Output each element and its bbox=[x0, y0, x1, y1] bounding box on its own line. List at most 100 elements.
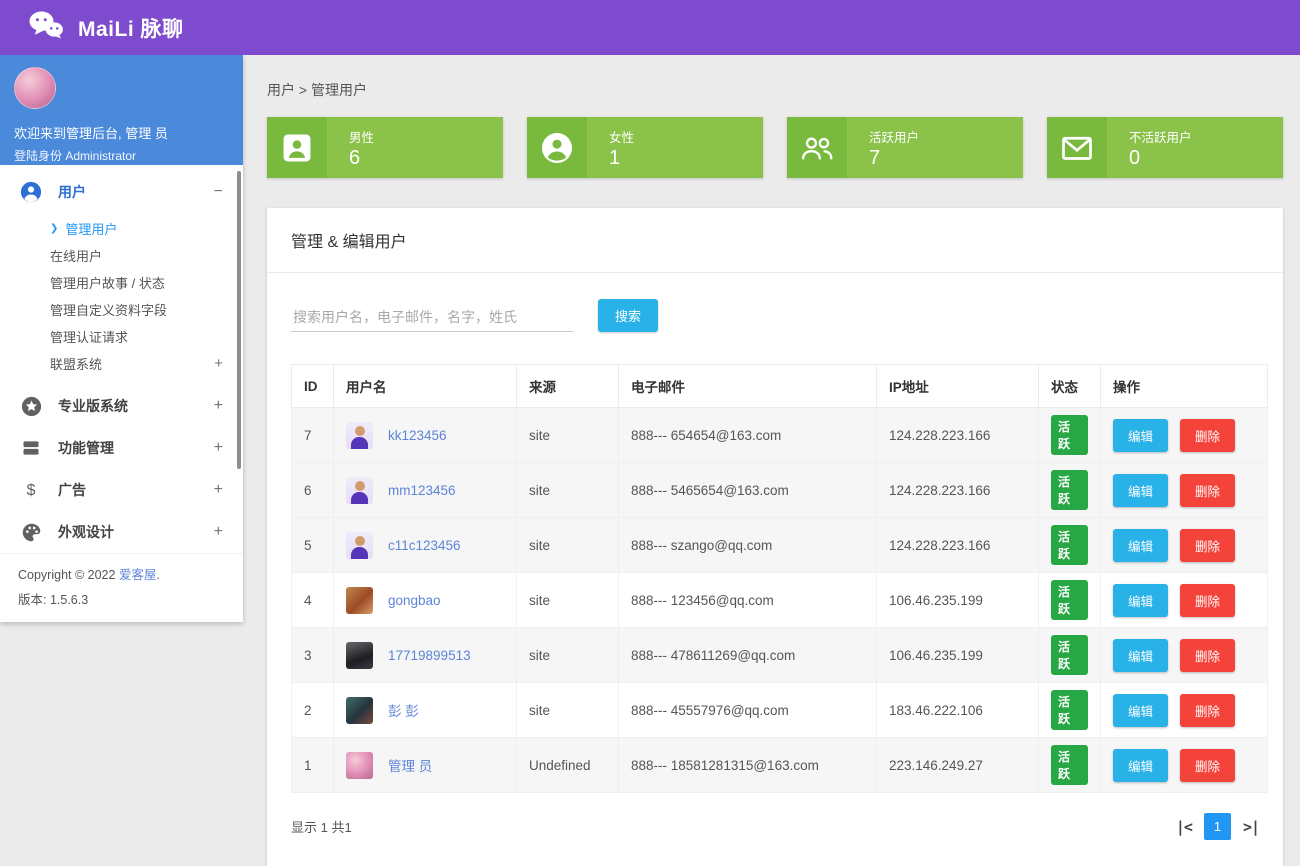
source-cell: site bbox=[516, 407, 619, 463]
stat-card-male[interactable]: 男性 6 bbox=[267, 117, 503, 178]
edit-button[interactable]: 编辑 bbox=[1113, 528, 1169, 562]
status-badge: 活跃 bbox=[1051, 470, 1088, 510]
svg-text:$: $ bbox=[27, 482, 36, 499]
stat-card-active-users[interactable]: 活跃用户 7 bbox=[787, 117, 1023, 178]
delete-button[interactable]: 删除 bbox=[1180, 528, 1236, 562]
submenu-label: 管理认证请求 bbox=[50, 330, 129, 345]
edit-button[interactable]: 编辑 bbox=[1113, 638, 1169, 672]
source-cell: site bbox=[516, 682, 619, 738]
expand-icon[interactable]: + bbox=[214, 439, 223, 457]
username-link[interactable]: 彭 彭 bbox=[388, 700, 419, 720]
id-cell: 5 bbox=[291, 517, 334, 573]
stat-cards: 男性 6 女性 1 活跃用户 7 不活跃用户 0 bbox=[267, 117, 1283, 178]
stat-card-female[interactable]: 女性 1 bbox=[527, 117, 763, 178]
source-cell: site bbox=[516, 462, 619, 518]
dollar-icon: $ bbox=[20, 479, 42, 501]
id-cell: 2 bbox=[291, 682, 334, 738]
sidebar-item-label: 专业版系统 bbox=[58, 398, 128, 414]
ip-cell: 106.46.235.199 bbox=[876, 627, 1039, 683]
stat-value: 0 bbox=[1129, 147, 1141, 169]
stat-label: 女性 bbox=[609, 131, 635, 145]
expand-icon[interactable]: + bbox=[214, 523, 223, 541]
edit-button[interactable]: 编辑 bbox=[1113, 473, 1169, 507]
expand-icon[interactable]: + bbox=[214, 355, 223, 372]
expand-icon[interactable]: + bbox=[214, 481, 223, 499]
manage-users-panel: 管理 & 编辑用户 搜索 ID 用户名 来源 电子邮件 IP地址 bbox=[267, 208, 1283, 866]
source-cell: site bbox=[516, 572, 619, 628]
sidebar-item-label: 用户 bbox=[58, 184, 86, 200]
table-row: 3 17719899513 site 888--- 478611269@qq.c… bbox=[291, 627, 1268, 683]
page-number-button[interactable]: 1 bbox=[1203, 813, 1231, 840]
user-avatar[interactable] bbox=[346, 641, 373, 669]
sidebar-item-ads[interactable]: $ 广告 + bbox=[0, 469, 243, 511]
col-header-ip: IP地址 bbox=[876, 364, 1039, 408]
sidebar-item-verification-requests[interactable]: 管理认证请求 bbox=[0, 323, 243, 350]
edit-button[interactable]: 编辑 bbox=[1113, 748, 1169, 782]
source-cell: site bbox=[516, 517, 619, 573]
delete-button[interactable]: 删除 bbox=[1180, 473, 1236, 507]
id-cell: 6 bbox=[291, 462, 334, 518]
sidebar-menu: 用户 − ❯ 管理用户 在线用户 管理用户故事 / 状态 管理自定义资料字段 管… bbox=[0, 165, 243, 553]
username-link[interactable]: gongbao bbox=[388, 593, 441, 608]
user-avatar[interactable] bbox=[346, 751, 373, 779]
user-avatar[interactable] bbox=[346, 696, 373, 724]
users-table: ID 用户名 来源 电子邮件 IP地址 状态 操作 7 kk123456 sit… bbox=[291, 364, 1268, 793]
panel-title: 管理 & 编辑用户 bbox=[291, 234, 407, 251]
edit-button[interactable]: 编辑 bbox=[1113, 583, 1169, 617]
pagination: |< 1 >| bbox=[1176, 813, 1260, 840]
delete-button[interactable]: 删除 bbox=[1180, 748, 1236, 782]
user-avatar[interactable] bbox=[346, 421, 373, 449]
sidebar-item-custom-fields[interactable]: 管理自定义资料字段 bbox=[0, 296, 243, 323]
avatar[interactable] bbox=[14, 67, 56, 109]
top-header-bar: MaiLi 脉聊 bbox=[0, 0, 1300, 55]
sidebar-item-pro-system[interactable]: 专业版系统 + bbox=[0, 385, 243, 427]
status-badge: 活跃 bbox=[1051, 745, 1088, 785]
sidebar-item-affiliate-system[interactable]: 联盟系统 + bbox=[0, 350, 243, 377]
search-button[interactable]: 搜索 bbox=[598, 299, 659, 332]
sidebar-item-feature-management[interactable]: 功能管理 + bbox=[0, 427, 243, 469]
sidebar-item-user-stories[interactable]: 管理用户故事 / 状态 bbox=[0, 269, 243, 296]
sidebar-item-users[interactable]: 用户 − bbox=[0, 171, 243, 213]
sidebar-item-online-users[interactable]: 在线用户 bbox=[0, 242, 243, 269]
first-page-icon[interactable]: |< bbox=[1176, 818, 1193, 836]
username-link[interactable]: 17719899513 bbox=[388, 648, 471, 663]
username-link[interactable]: kk123456 bbox=[388, 428, 447, 443]
submenu-label: 管理用户故事 / 状态 bbox=[50, 276, 165, 291]
stat-label: 男性 bbox=[349, 131, 375, 145]
submenu-label: 在线用户 bbox=[50, 249, 103, 264]
expand-icon[interactable]: + bbox=[214, 397, 223, 415]
col-header-id: ID bbox=[291, 364, 334, 408]
edit-button[interactable]: 编辑 bbox=[1113, 418, 1169, 452]
username-link[interactable]: 管理 员 bbox=[388, 755, 432, 775]
copyright-link[interactable]: 爱客屋 bbox=[119, 568, 157, 582]
username-link[interactable]: c11c123456 bbox=[388, 538, 461, 553]
sidebar-item-appearance[interactable]: 外观设计 + bbox=[0, 511, 243, 553]
user-icon bbox=[20, 181, 42, 203]
delete-button[interactable]: 删除 bbox=[1180, 418, 1236, 452]
username-link[interactable]: mm123456 bbox=[388, 483, 456, 498]
breadcrumb: 用户 > 管理用户 bbox=[267, 82, 367, 98]
sidebar-item-manage-users[interactable]: ❯ 管理用户 bbox=[0, 215, 243, 242]
stat-label: 不活跃用户 bbox=[1129, 131, 1192, 145]
id-cell: 7 bbox=[291, 407, 334, 463]
email-cell: 888--- 5465654@163.com bbox=[618, 462, 877, 518]
last-page-icon[interactable]: >| bbox=[1243, 818, 1260, 836]
delete-button[interactable]: 删除 bbox=[1180, 693, 1236, 727]
user-avatar[interactable] bbox=[346, 476, 373, 504]
user-avatar[interactable] bbox=[346, 531, 373, 559]
sidebar-scrollbar[interactable] bbox=[237, 171, 241, 469]
collapse-icon[interactable]: − bbox=[214, 183, 223, 201]
app-logo[interactable]: MaiLi 脉聊 bbox=[28, 10, 184, 45]
email-cell: 888--- 123456@qq.com bbox=[618, 572, 877, 628]
status-badge: 活跃 bbox=[1051, 580, 1088, 620]
ip-cell: 223.146.249.27 bbox=[876, 737, 1039, 793]
stat-card-inactive-users[interactable]: 不活跃用户 0 bbox=[1047, 117, 1283, 178]
profile-card: 欢迎来到管理后台, 管理 员 登陆身份 Administrator bbox=[0, 55, 243, 165]
user-avatar[interactable] bbox=[346, 586, 373, 614]
table-row: 5 c11c123456 site 888--- szango@qq.com 1… bbox=[291, 517, 1268, 573]
search-input[interactable] bbox=[291, 303, 573, 332]
delete-button[interactable]: 删除 bbox=[1180, 583, 1236, 617]
table-header-row: ID 用户名 来源 电子邮件 IP地址 状态 操作 bbox=[291, 364, 1268, 408]
delete-button[interactable]: 删除 bbox=[1180, 638, 1236, 672]
edit-button[interactable]: 编辑 bbox=[1113, 693, 1169, 727]
